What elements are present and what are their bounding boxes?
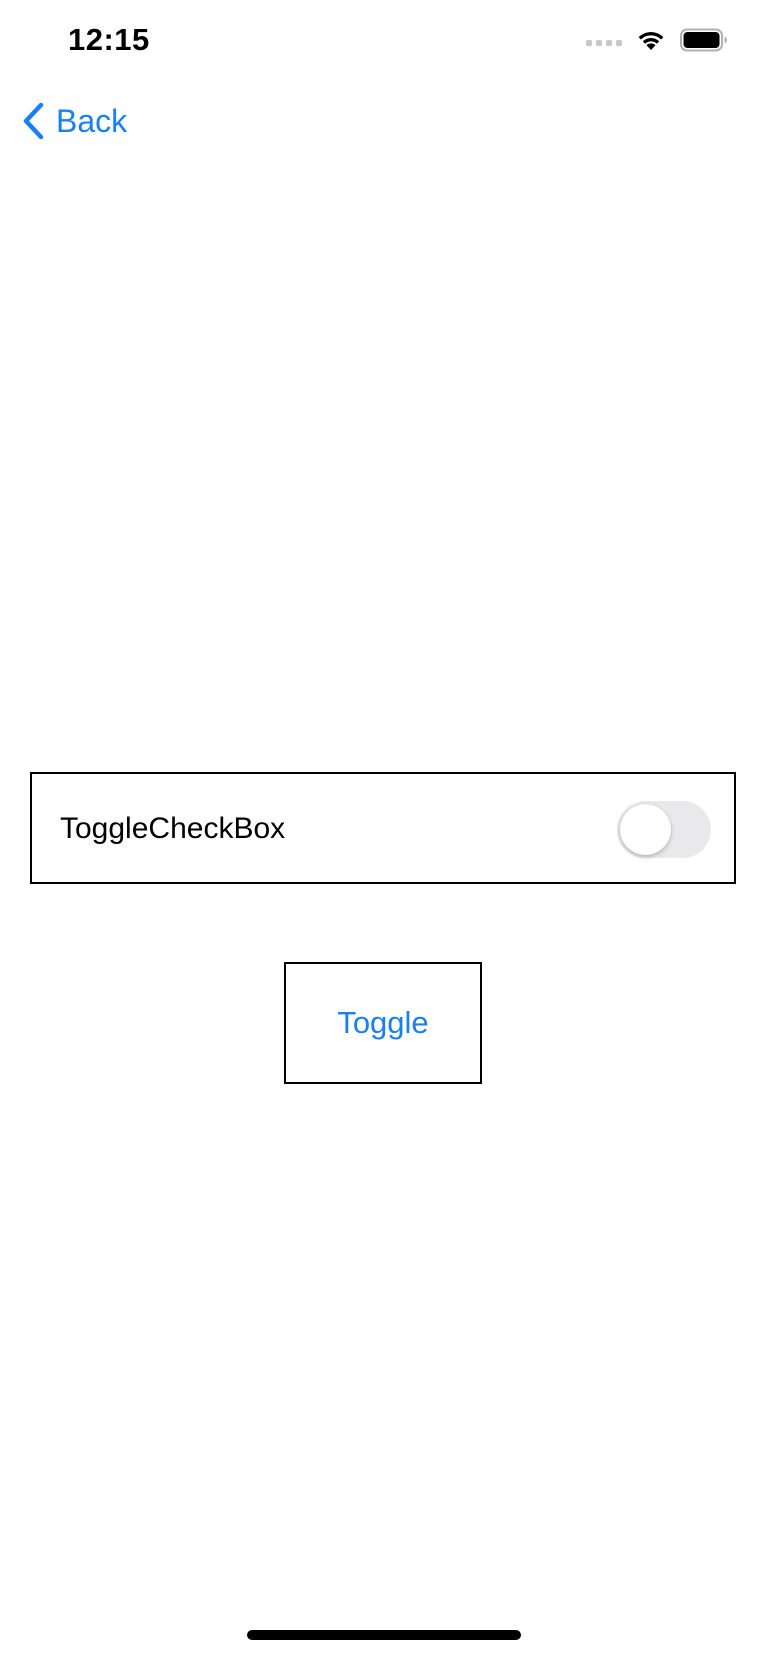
wifi-icon <box>638 31 664 50</box>
battery-icon <box>680 28 727 52</box>
toggle-switch-knob <box>620 804 671 855</box>
navigation-bar: Back <box>0 90 768 160</box>
toggle-checkbox-row: ToggleCheckBox <box>30 772 736 884</box>
status-time: 12:15 <box>68 22 150 57</box>
toggle-switch[interactable] <box>617 801 711 858</box>
back-button[interactable]: Back <box>22 102 127 140</box>
status-icons <box>586 28 728 52</box>
status-bar: 12:15 <box>0 0 768 90</box>
back-label: Back <box>56 102 128 139</box>
toggle-button[interactable]: Toggle <box>284 962 482 1084</box>
chevron-left-icon <box>23 102 44 140</box>
cellular-signal-icon <box>586 40 622 46</box>
toggle-checkbox-label: ToggleCheckBox <box>60 812 286 845</box>
home-indicator <box>247 1630 521 1640</box>
